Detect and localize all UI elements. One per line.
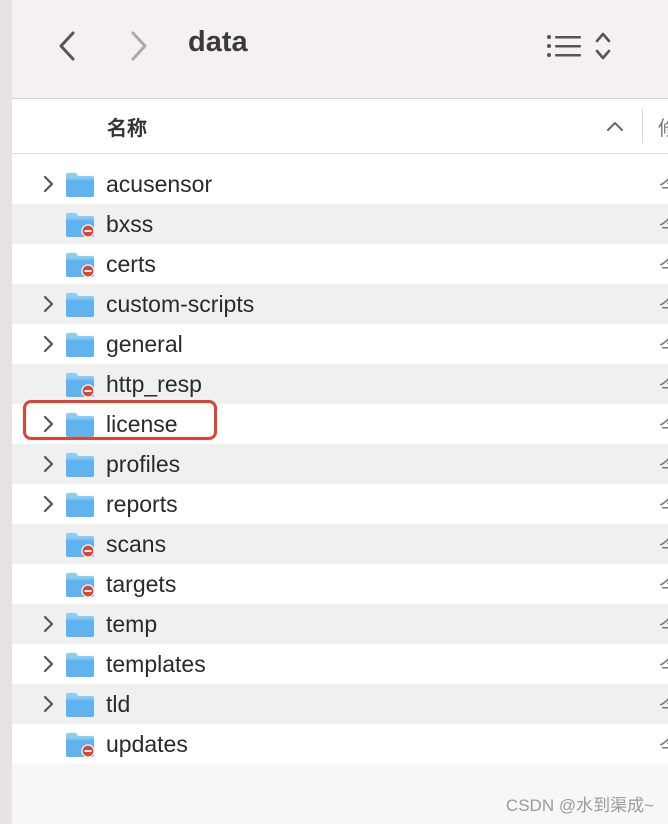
restricted-folder-icon <box>66 733 95 758</box>
list-item[interactable]: general 今 <box>12 324 668 364</box>
list-item[interactable]: certs 今 <box>12 244 668 284</box>
list-item[interactable]: scans 今 <box>12 524 668 564</box>
modified-date: 今 <box>659 411 668 440</box>
view-mode-stepper[interactable] <box>590 24 616 68</box>
list-item[interactable]: profiles 今 <box>12 444 668 484</box>
column-divider[interactable] <box>642 109 643 143</box>
disclosure-triangle-icon[interactable] <box>38 454 58 474</box>
list-item[interactable]: reports 今 <box>12 484 668 524</box>
list-item[interactable]: bxss 今 <box>12 204 668 244</box>
chevron-left-icon <box>59 31 75 61</box>
modified-date: 今 <box>659 691 668 720</box>
list-item[interactable]: targets 今 <box>12 564 668 604</box>
modified-date: 今 <box>659 211 668 240</box>
disclosure-triangle-icon[interactable] <box>38 334 58 354</box>
up-down-chevron-icon <box>595 32 611 60</box>
folder-icon <box>66 693 94 717</box>
modified-date: 今 <box>659 731 668 760</box>
disclosure-triangle-icon[interactable] <box>38 694 58 714</box>
file-name: http_resp <box>106 371 202 397</box>
restricted-folder-icon <box>66 373 95 398</box>
window-title: data <box>188 26 248 58</box>
restricted-folder-icon <box>66 573 95 598</box>
list-item[interactable]: acusensor 今 <box>12 164 668 204</box>
restricted-folder-icon <box>66 533 95 558</box>
modified-date: 今 <box>659 531 668 560</box>
file-name: bxss <box>106 211 154 237</box>
list-item[interactable]: http_resp 今 <box>12 364 668 404</box>
back-button[interactable] <box>49 28 85 64</box>
modified-date: 今 <box>659 171 668 200</box>
folder-icon <box>66 653 94 677</box>
highlight-annotation <box>23 400 217 440</box>
folder-icon <box>66 173 94 197</box>
modified-date: 今 <box>659 251 668 280</box>
file-name: custom-scripts <box>106 291 255 317</box>
list-item[interactable]: updates 今 <box>12 724 668 764</box>
toolbar: data <box>12 0 668 99</box>
sidebar-edge <box>0 0 12 824</box>
column-header: 名称 修 <box>12 99 668 154</box>
forward-button[interactable] <box>121 28 157 64</box>
watermark: CSDN @水到渠成~ <box>505 796 654 815</box>
list-top-padding <box>12 154 668 164</box>
file-name: certs <box>106 251 156 277</box>
folder-icon <box>66 493 94 517</box>
modified-date: 今 <box>659 651 668 680</box>
column-header-name[interactable]: 名称 <box>107 112 147 141</box>
file-name: temp <box>106 611 158 637</box>
disclosure-triangle-icon[interactable] <box>38 174 58 194</box>
disclosure-triangle-icon[interactable] <box>38 654 58 674</box>
file-name: templates <box>106 651 206 677</box>
file-name: reports <box>106 491 178 517</box>
file-name: acusensor <box>106 171 213 197</box>
sort-ascending-icon[interactable] <box>604 115 626 137</box>
modified-date: 今 <box>659 571 668 600</box>
disclosure-triangle-icon[interactable] <box>38 614 58 634</box>
list-item[interactable]: templates 今 <box>12 644 668 684</box>
folder-icon <box>66 293 94 317</box>
file-name: tld <box>106 691 131 717</box>
modified-date: 今 <box>659 371 668 400</box>
list-item[interactable]: temp 今 <box>12 604 668 644</box>
file-name: targets <box>106 571 177 597</box>
list-item[interactable]: custom-scripts 今 <box>12 284 668 324</box>
file-list: acusensor今bxss今certs今custom-scripts今gene… <box>12 164 668 764</box>
list-item[interactable]: tld 今 <box>12 684 668 724</box>
file-name: general <box>106 331 183 357</box>
view-options-button[interactable] <box>544 28 584 64</box>
file-name: scans <box>106 531 167 557</box>
modified-date: 今 <box>659 291 668 320</box>
chevron-right-icon <box>131 31 147 61</box>
folder-icon <box>66 333 94 357</box>
disclosure-triangle-icon[interactable] <box>38 294 58 314</box>
list-view-icon <box>547 35 581 57</box>
modified-date: 今 <box>659 451 668 480</box>
restricted-folder-icon <box>66 253 95 278</box>
restricted-folder-icon <box>66 213 95 238</box>
disclosure-triangle-icon[interactable] <box>38 494 58 514</box>
column-header-modified[interactable]: 修 <box>658 112 668 141</box>
modified-date: 今 <box>659 491 668 520</box>
folder-icon <box>66 613 94 637</box>
file-name: updates <box>106 731 188 757</box>
folder-icon <box>66 453 94 477</box>
modified-date: 今 <box>659 331 668 360</box>
modified-date: 今 <box>659 611 668 640</box>
file-name: profiles <box>106 451 181 477</box>
